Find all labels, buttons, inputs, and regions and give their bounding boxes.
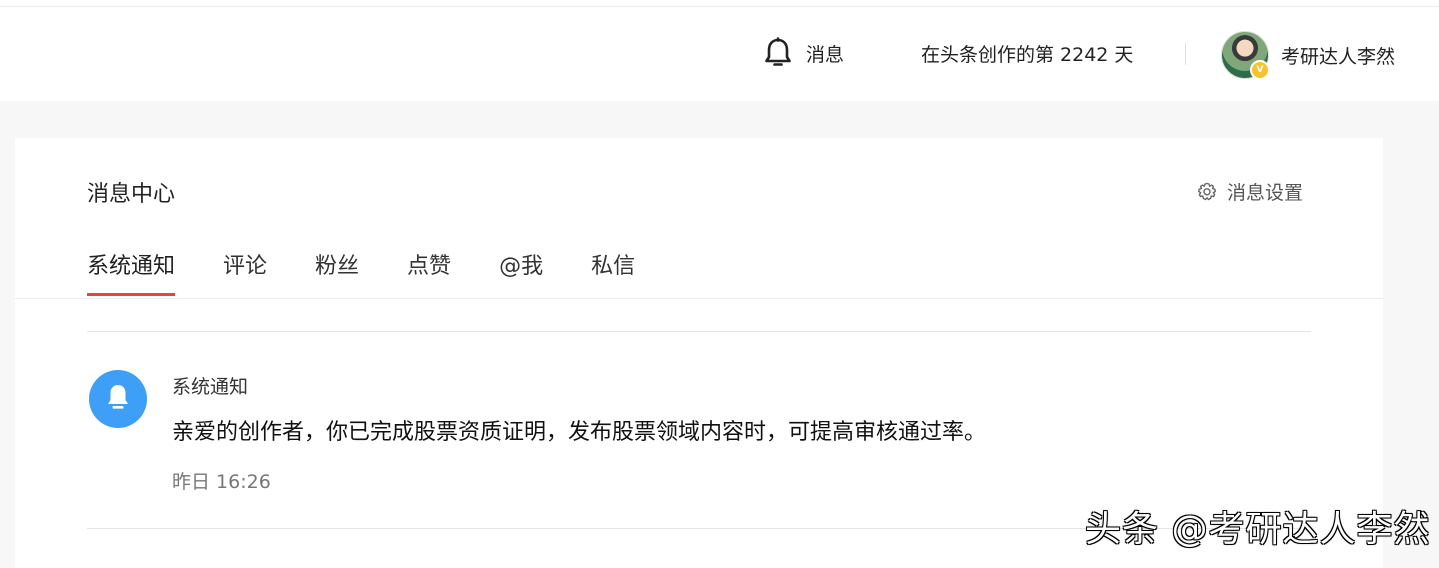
notification-text: 亲爱的创作者，你已完成股票资质证明，发布股票领域内容时，可提高审核通过率。 (172, 420, 987, 445)
tab-fans[interactable]: 粉丝 (315, 248, 359, 296)
header-separator (1185, 43, 1186, 65)
notification-source: 系统通知 (172, 376, 249, 398)
list-divider (87, 331, 1311, 332)
top-header: 消息 在头条创作的第 2242 天 V 考研达人李然 (0, 7, 1439, 101)
tab-mentions[interactable]: @我 (499, 248, 543, 296)
bell-icon (762, 37, 794, 69)
creation-days-text: 在头条创作的第 2242 天 (921, 44, 1134, 66)
notification-time: 昨日 16:26 (172, 471, 271, 493)
message-settings-label: 消息设置 (1227, 182, 1304, 204)
message-settings-button[interactable]: 消息设置 (1197, 178, 1303, 205)
system-notice-avatar (89, 370, 147, 428)
tab-comments[interactable]: 评论 (223, 248, 267, 296)
tabs-divider (15, 298, 1383, 299)
notification-item[interactable]: 系统通知 亲爱的创作者，你已完成股票资质证明，发布股票领域内容时，可提高审核通过… (87, 370, 1311, 500)
bell-icon (105, 382, 131, 416)
username[interactable]: 考研达人李然 (1281, 42, 1395, 69)
tab-system-notifications[interactable]: 系统通知 (87, 248, 176, 296)
page-title: 消息中心 (87, 182, 176, 207)
verified-badge-icon: V (1250, 60, 1270, 80)
gear-icon (1197, 182, 1217, 202)
user-profile-menu[interactable]: V 考研达人李然 (1221, 31, 1395, 80)
top-strip (0, 0, 1439, 7)
avatar[interactable]: V (1221, 31, 1270, 80)
messages-label: 消息 (806, 43, 845, 66)
tab-likes[interactable]: 点赞 (407, 248, 451, 296)
message-tabs: 系统通知 评论 粉丝 点赞 @我 私信 (87, 248, 683, 298)
messages-link[interactable]: 消息 (762, 37, 844, 69)
watermark: 头条 @考研达人李然 (1085, 509, 1431, 550)
tab-private-messages[interactable]: 私信 (591, 248, 635, 296)
